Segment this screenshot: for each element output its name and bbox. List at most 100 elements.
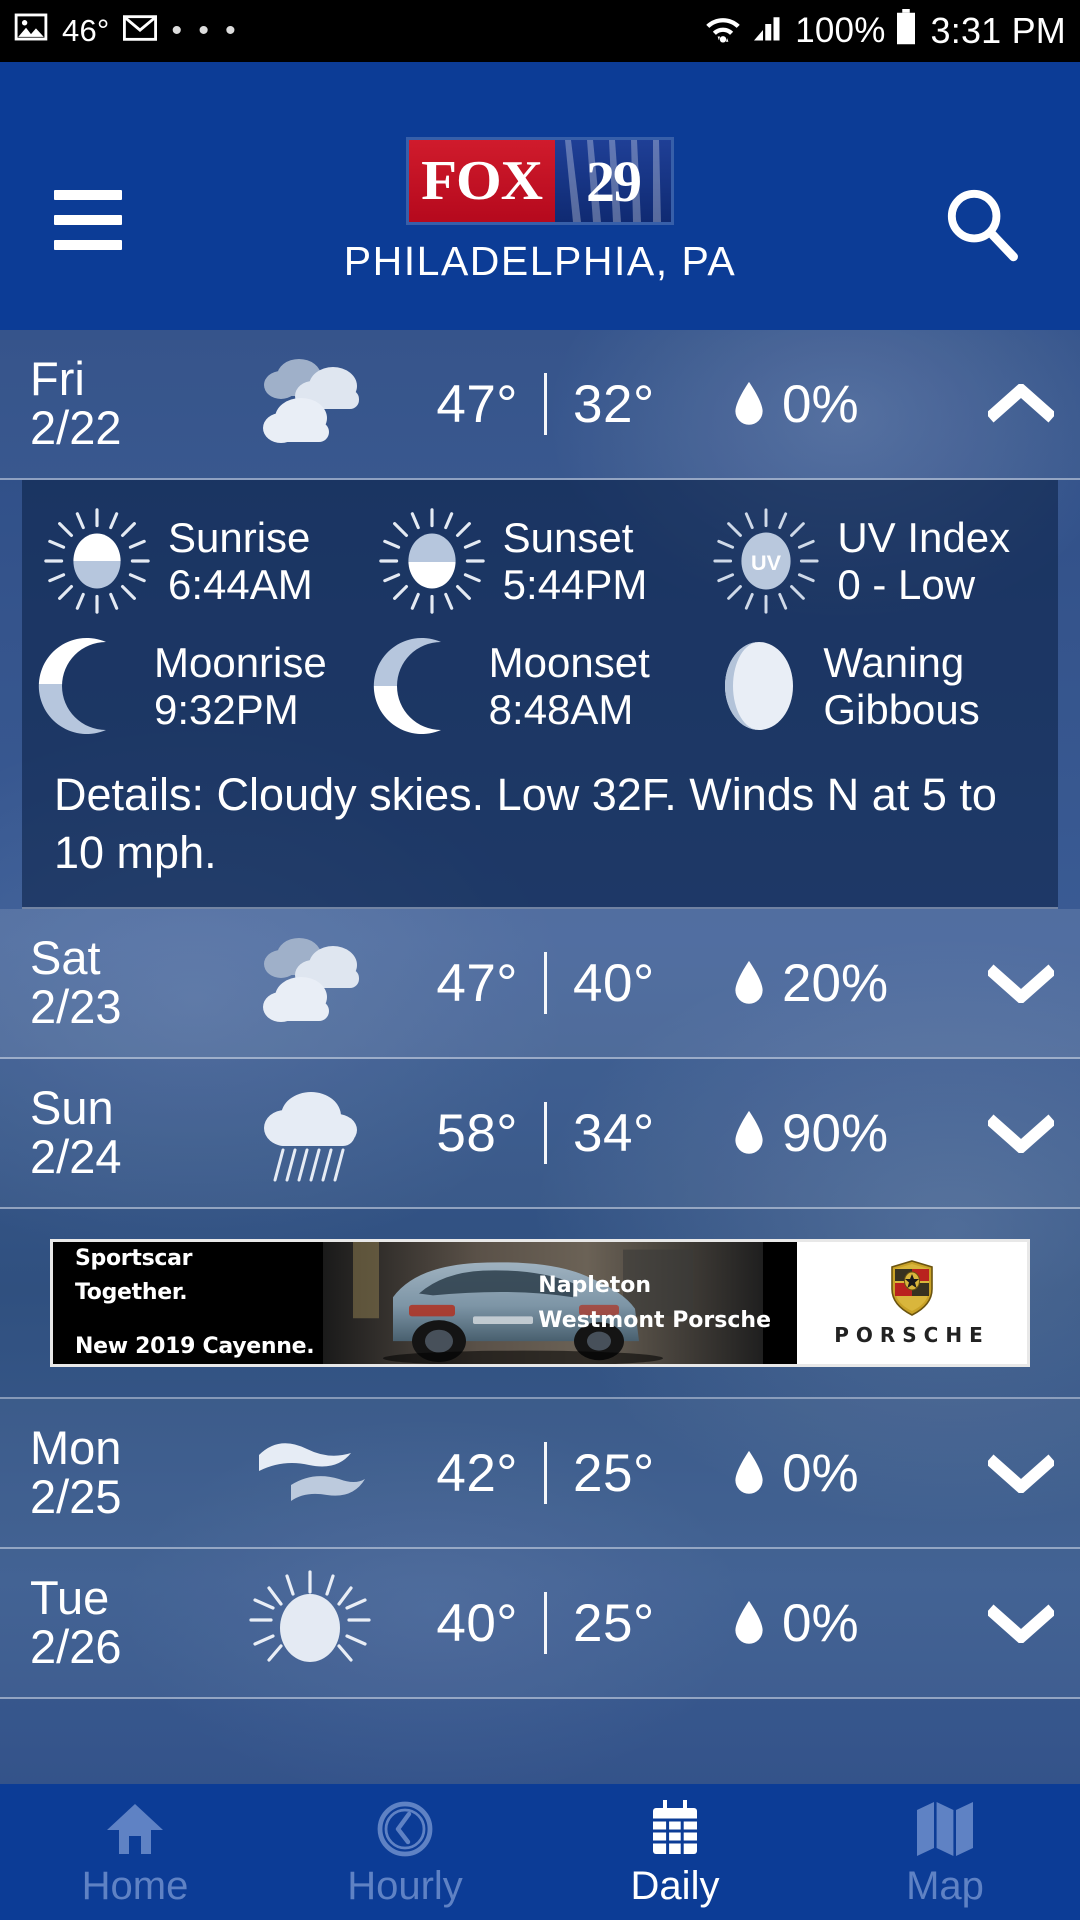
ad-line3: New 2019 Cayenne.	[75, 1334, 315, 1360]
waning-gibbous-icon	[725, 642, 794, 730]
wifi-icon	[703, 10, 743, 53]
chevron-down-icon[interactable]	[962, 1453, 1080, 1494]
search-icon[interactable]	[940, 182, 1024, 266]
low-temp: 40°	[573, 953, 655, 1013]
raindrop-icon	[735, 1451, 763, 1494]
uv-value: 0 - Low	[837, 561, 976, 608]
fox29-logo: FOX 29	[408, 140, 671, 222]
nav-label-map: Map	[906, 1863, 984, 1908]
temp-divider	[544, 373, 547, 435]
moonset-label: Moonset	[488, 638, 650, 686]
porsche-crest-icon	[891, 1260, 933, 1317]
porsche-ad-banner[interactable]: Sportscar Together. New 2019 Cayenne. Na…	[50, 1239, 1030, 1368]
chevron-up-icon[interactable]	[962, 384, 1080, 424]
forecast-row-sat[interactable]: Sat 2/23 47° 40° 20%	[0, 909, 1080, 1060]
precip-value: 0%	[782, 1593, 859, 1653]
calendar-icon	[645, 1796, 705, 1858]
nav-item-map[interactable]: Map	[810, 1784, 1080, 1920]
logo-29-text: 29	[585, 148, 642, 214]
day-of-week: Sat	[30, 931, 101, 985]
chevron-down-icon[interactable]	[962, 1603, 1080, 1644]
high-temp: 47°	[436, 374, 518, 434]
forecast-day-fri: Fri 2/22	[0, 352, 220, 453]
forecast-row-sun[interactable]: Sun 2/24 58° 34° 90%	[0, 1059, 1080, 1210]
map-icon	[915, 1796, 975, 1858]
forecast-precip-fri: 0%	[732, 374, 962, 435]
day-date: 2/24	[30, 1130, 122, 1184]
day-of-week: Fri	[30, 352, 85, 406]
temp-divider	[544, 952, 547, 1015]
detail-moonrise: Moonrise 9:32PM	[38, 634, 373, 738]
advertisement-slot[interactable]: Sportscar Together. New 2019 Cayenne. Na…	[0, 1209, 1080, 1400]
precip-value: 90%	[782, 1103, 889, 1163]
moonrise-value: 9:32PM	[154, 686, 299, 733]
sunrise-icon	[44, 508, 150, 614]
uv-label: UV Index	[837, 513, 1011, 561]
rain-icon	[220, 1078, 400, 1188]
image-icon	[14, 10, 48, 53]
raindrop-icon	[735, 381, 763, 425]
battery-icon	[895, 8, 917, 54]
moon-phase-line2: Gibbous	[823, 686, 980, 733]
high-temp: 40°	[436, 1593, 518, 1653]
city-label: PHILADELPHIA, PA	[343, 238, 737, 284]
day-date: 2/25	[30, 1470, 122, 1524]
day-of-week: Mon	[30, 1421, 122, 1475]
forecast-precip-sun: 90%	[732, 1103, 962, 1164]
logo-fox-text: FOX	[421, 150, 543, 212]
detail-moon-phase: Waning Gibbous	[707, 634, 1042, 738]
status-temperature: 46°	[62, 13, 110, 48]
chevron-down-icon[interactable]	[962, 963, 1080, 1004]
chevron-down-icon[interactable]	[962, 1113, 1080, 1154]
ad-dealer-line2: Westmont Porsche	[538, 1308, 771, 1334]
day-of-week: Tue	[30, 1571, 110, 1625]
overflow-dots-icon: • • •	[171, 14, 240, 47]
forecast-day-sat: Sat 2/23	[0, 931, 220, 1034]
sunny-icon	[220, 1568, 400, 1678]
battery-percent: 100%	[795, 11, 886, 50]
detail-sunrise: Sunrise 6:44AM	[38, 502, 373, 620]
forecast-precip-mon: 0%	[732, 1443, 962, 1504]
daily-forecast-list[interactable]: Fri 2/22 47° 32° 0% Sunrise 6:44AM Sunse…	[0, 330, 1080, 1784]
ad-headline: Sportscar Together. New 2019 Cayenne.	[53, 1242, 315, 1364]
nav-item-hourly[interactable]: Hourly	[270, 1784, 540, 1920]
weather-app-screen: 46° • • • 100% 3:31 PM FOX 29 PHILADELPH…	[0, 0, 1080, 1920]
sunset-value: 5:44PM	[502, 561, 648, 608]
forecast-temps-mon: 42° 25°	[400, 1442, 732, 1505]
clock-time: 3:31 PM	[930, 10, 1066, 51]
precip-value: 0%	[782, 1443, 859, 1503]
temp-divider	[544, 1592, 547, 1655]
ad-dealer-line1: Napleton	[538, 1273, 652, 1298]
raindrop-icon	[735, 1111, 763, 1154]
forecast-day-tue: Tue 2/26	[0, 1571, 220, 1672]
hamburger-icon[interactable]	[54, 190, 122, 250]
ad-line2: Together.	[75, 1280, 188, 1306]
low-temp: 32°	[573, 374, 655, 434]
ad-brand-logo: PORSCHE	[797, 1242, 1027, 1365]
day-date: 2/23	[30, 980, 122, 1034]
nav-item-daily[interactable]: Daily	[540, 1784, 810, 1920]
porsche-wordmark: PORSCHE	[834, 1323, 990, 1348]
forecast-temps-sun: 58° 34°	[400, 1102, 732, 1165]
bottom-navigation[interactable]: Home Hourly Daily Map	[0, 1784, 1080, 1920]
forecast-row-tue[interactable]: Tue 2/26 40° 25° 0%	[0, 1549, 1080, 1700]
moonset-value: 8:48AM	[488, 686, 634, 733]
forecast-detail-panel-fri: Sunrise 6:44AM Sunset 5:44PM UV UV Index…	[22, 480, 1058, 910]
sunset-icon	[378, 508, 485, 614]
brand-block: FOX 29 PHILADELPHIA, PA	[344, 140, 736, 285]
raindrop-icon	[735, 961, 763, 1004]
forecast-row-fri[interactable]: Fri 2/22 47° 32° 0%	[0, 330, 1080, 480]
detail-row-moon: Moonrise 9:32PM Moonset 8:48AM Waning Gi…	[38, 634, 1042, 738]
moonrise-label: Moonrise	[154, 638, 327, 686]
windy-icon	[220, 1427, 400, 1519]
forecast-row-mon[interactable]: Mon 2/25 42° 25° 0%	[0, 1399, 1080, 1550]
logo-29-block: 29	[554, 140, 671, 222]
ad-line1: Sportscar	[75, 1246, 193, 1272]
nav-item-home[interactable]: Home	[0, 1784, 270, 1920]
nav-label-daily: Daily	[630, 1863, 720, 1908]
detail-sunset: Sunset 5:44PM	[373, 502, 708, 620]
svg-text:UV: UV	[751, 550, 782, 575]
high-temp: 47°	[436, 953, 518, 1013]
precip-value: 20%	[782, 953, 889, 1013]
low-temp: 25°	[573, 1593, 655, 1653]
